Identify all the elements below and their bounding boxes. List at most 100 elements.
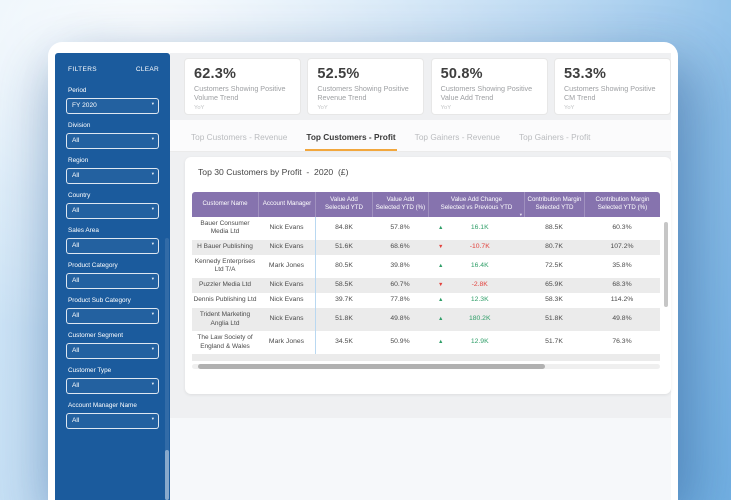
filter-label: Customer Segment [68, 332, 124, 339]
table-row: The Law Society of England & Wales Mark … [192, 331, 660, 355]
filter-value: All [72, 417, 80, 424]
table-body: Bauer Consumer Media Ltd Nick Evans 84.8… [192, 216, 660, 355]
column-header-contribution-margin-selected-ytd[interactable]: Contribution Margin Selected YTD [524, 192, 584, 217]
column-header-account-manager[interactable]: Account Manager [258, 192, 315, 217]
partial-next-row [192, 354, 660, 362]
filter-division: Division All ▾ [66, 122, 159, 149]
cell-contribution-margin-pct: 68.3% [612, 281, 632, 288]
filter-dropdown[interactable]: All ▾ [66, 307, 159, 324]
cell-value-add-pct: 39.8% [390, 261, 410, 269]
cell-contribution-margin-pct: 107.2% [610, 242, 634, 250]
table-row: Kennedy Enterprises Ltd T/A Mark Jones 8… [192, 254, 660, 278]
tab-top-gainers-profit[interactable]: Top Gainers - Profit [518, 123, 591, 151]
tab-top-gainers-revenue[interactable]: Top Gainers - Revenue [414, 123, 501, 151]
filters-title: FILTERS [68, 66, 98, 73]
chevron-down-icon: ▾ [151, 136, 154, 141]
table-row: Puzzler Media Ltd Nick Evans 58.5K 60.7%… [192, 278, 660, 293]
filter-dropdown[interactable]: All ▾ [66, 342, 159, 359]
filter-dropdown[interactable]: All ▾ [66, 412, 159, 429]
filter-customer-segment: Customer Segment All ▾ [66, 332, 159, 359]
kpi-period-label: YoY [317, 104, 328, 111]
tab-top-customers-revenue[interactable]: Top Customers - Revenue [190, 123, 288, 151]
cell-value-add-change: ▲ 16.4K [428, 255, 524, 278]
cell-value-add-change: ▲ 180.2K [428, 308, 524, 331]
cell-value-add-ytd: 51.8K [315, 307, 372, 332]
kpi-label: Customers Showing Positive CM Trend [563, 84, 656, 103]
chevron-down-icon: ▾ [151, 171, 154, 176]
filter-product-sub-category: Product Sub Category All ▾ [66, 297, 159, 324]
cell-customer-name: Kennedy Enterprises Ltd T/A [194, 257, 256, 274]
column-header-value-add-change-selected-vs-previous-ytd[interactable]: Value Add Change Selected vs Previous YT… [428, 192, 524, 217]
change-value: -2.8K [471, 281, 488, 288]
table-horizontal-scrollbar-thumb[interactable] [198, 364, 545, 370]
filter-label: Period [68, 87, 87, 94]
column-header-value-add-selected-ytd[interactable]: Value Add Selected YTD (%) [372, 192, 428, 217]
filter-account-manager-name: Account Manager Name All ▾ [66, 402, 159, 429]
column-header-label: Value Add Change Selected vs Previous YT… [440, 196, 513, 212]
filter-sales-area: Sales Area All ▾ [66, 227, 159, 254]
kpi-value: 50.8% [440, 66, 483, 82]
filter-dropdown[interactable]: All ▾ [66, 237, 159, 254]
cell-value-add-change: ▼ -2.8K [428, 278, 524, 293]
cell-value-add-ytd: 39.7K [315, 292, 372, 308]
kpi-row: 62.3% Customers Showing Positive Volume … [184, 58, 671, 115]
filter-dropdown[interactable]: All ▾ [66, 377, 159, 394]
column-header-contribution-margin-selected-ytd[interactable]: Contribution Margin Selected YTD (%) [584, 192, 660, 217]
table-vertical-scrollbar-thumb[interactable] [664, 222, 668, 307]
cell-account-manager: Nick Evans [269, 281, 304, 288]
kpi-value: 52.5% [317, 66, 360, 82]
filter-label: Product Category [68, 262, 118, 269]
filter-dropdown[interactable]: FY 2020 ▾ [66, 97, 159, 114]
cell-value-add-ytd: 80.5K [315, 254, 372, 278]
column-header-label: Contribution Margin Selected YTD [527, 196, 582, 212]
cell-contribution-margin-ytd: 72.5K [545, 261, 563, 269]
filter-dropdown[interactable]: All ▾ [66, 132, 159, 149]
table-row: Bauer Consumer Media Ltd Nick Evans 84.8… [192, 216, 660, 240]
cell-value-add-ytd: 84.8K [315, 216, 372, 240]
cell-customer-name: Dennis Publishing Ltd [193, 296, 257, 304]
filter-customer-type: Customer Type All ▾ [66, 367, 159, 394]
top-customers-table-card: Top 30 Customers by Profit - 2020 (£) Cu… [185, 157, 671, 394]
cell-value-add-change: ▲ 12.3K [428, 293, 524, 308]
cell-account-manager: Mark Jones [268, 261, 305, 269]
column-header-label: Contribution Margin Selected YTD (%) [595, 196, 650, 212]
cell-contribution-margin-pct: 60.3% [612, 223, 632, 231]
sidebar-header: FILTERS CLEAR [55, 53, 170, 73]
cell-account-manager: Mark Jones [268, 338, 305, 346]
filter-dropdown[interactable]: All ▾ [66, 202, 159, 219]
change-value: 180.2K [468, 315, 491, 323]
filter-label: Region [68, 157, 89, 164]
cell-contribution-margin-ytd: 88.5K [545, 223, 563, 231]
chevron-down-icon: ▾ [151, 381, 154, 386]
clear-filters-button[interactable]: CLEAR [136, 66, 159, 73]
chevron-down-icon: ▾ [151, 101, 154, 106]
cell-account-manager: Nick Evans [269, 223, 304, 231]
cell-customer-name: The Law Society of England & Wales [197, 334, 253, 350]
column-header-value-add-selected-ytd[interactable]: Value Add Selected YTD [315, 192, 372, 217]
cell-contribution-margin-ytd: 80.7K [545, 242, 563, 250]
sort-caret-icon: ▾ [519, 211, 522, 217]
sidebar-scrollbar-thumb[interactable] [165, 450, 169, 500]
filter-dropdown[interactable]: All ▾ [66, 272, 159, 289]
cell-contribution-margin-pct: 114.2% [610, 295, 634, 303]
cell-value-add-pct: 50.9% [390, 338, 410, 346]
change-value: 12.9K [470, 338, 489, 346]
filter-value: FY 2020 [72, 102, 97, 109]
kpi-label: Customers Showing Positive Volume Trend [194, 84, 286, 103]
cell-customer-name: Trident Marketing Anglia Ltd [199, 310, 251, 327]
column-header-customer-name[interactable]: Customer Name [192, 192, 258, 217]
cell-contribution-margin-pct: 35.8% [612, 261, 632, 269]
dashboard-window: FILTERS CLEAR Period FY 2020 ▾ Division … [48, 42, 678, 500]
table-header-row: Customer Name Account Manager Value Add … [192, 192, 660, 217]
filter-dropdown[interactable]: All ▾ [66, 167, 159, 184]
tab-top-customers-profit[interactable]: Top Customers - Profit [305, 123, 397, 151]
cell-value-add-change: ▲ 16.1K [428, 217, 524, 240]
kpi-period-label: YoY [563, 104, 575, 111]
filter-country: Country All ▾ [66, 192, 159, 219]
filter-value: All [72, 207, 80, 214]
cell-account-manager: Nick Evans [269, 315, 304, 323]
filter-label: Sales Area [68, 227, 99, 234]
filter-value: All [72, 382, 80, 389]
chevron-down-icon: ▾ [151, 416, 154, 421]
filter-value: All [72, 172, 80, 179]
